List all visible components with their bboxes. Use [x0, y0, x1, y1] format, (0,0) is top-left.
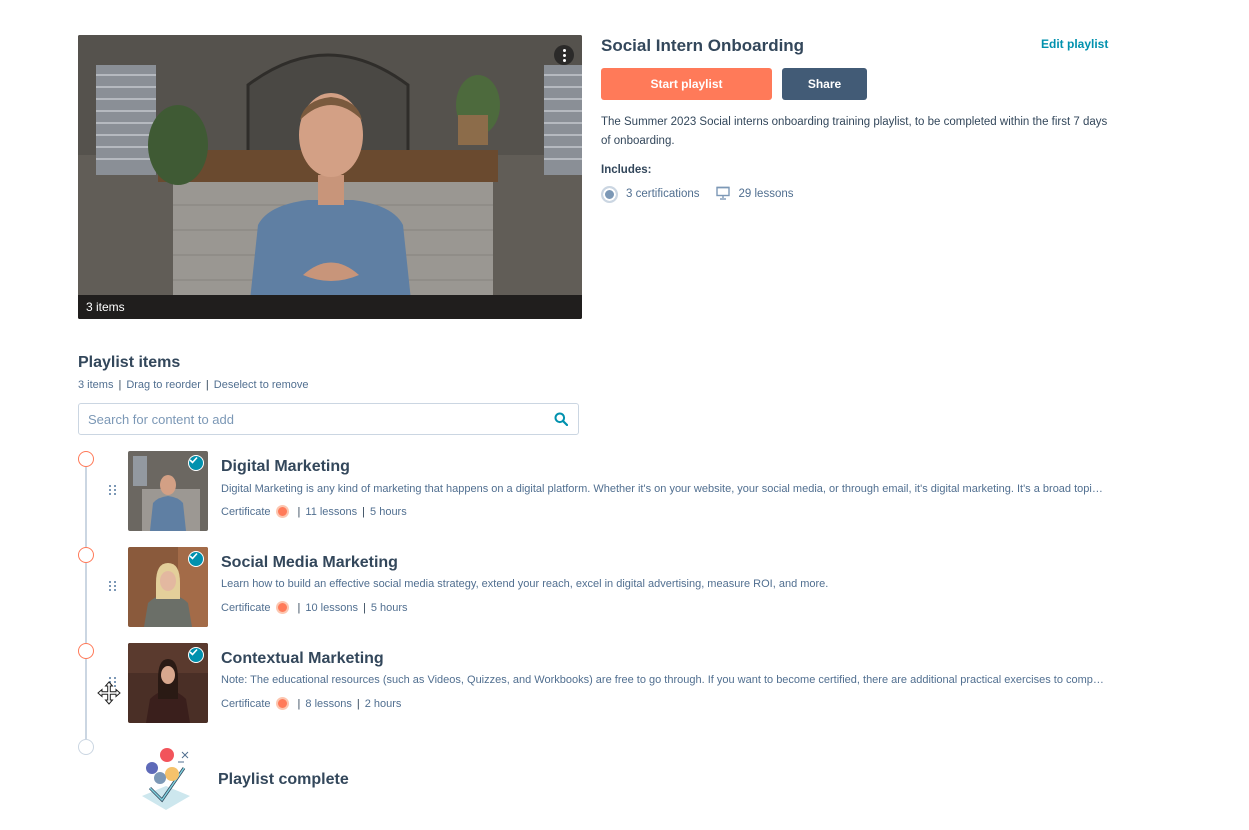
lessons-count: 8 lessons [305, 697, 352, 710]
timeline-line [85, 465, 87, 739]
selected-check-icon[interactable] [188, 647, 204, 663]
deselect-hint: Deselect to remove [213, 379, 309, 391]
duration: 5 hours [370, 505, 407, 518]
cover-image [78, 35, 582, 319]
item-thumbnail[interactable] [128, 451, 208, 531]
drag-handle-icon[interactable] [109, 581, 117, 591]
lessons-count: 11 lessons [305, 505, 358, 518]
content-search[interactable] [78, 403, 579, 435]
playlist-complete-icon [142, 748, 190, 810]
items-count: 3 items [78, 379, 114, 391]
certificate-label: Certificate [221, 601, 271, 614]
item-thumbnail[interactable] [128, 547, 208, 627]
duration: 2 hours [364, 697, 402, 710]
start-playlist-button[interactable]: Start playlist [601, 68, 772, 100]
item-title[interactable]: Contextual Marketing [221, 650, 384, 668]
certificate-label: Certificate [221, 505, 271, 518]
item-meta: Certificate | 11 lessons | 5 hours [221, 505, 407, 518]
timeline-node [78, 547, 94, 563]
item-title[interactable]: Digital Marketing [221, 458, 350, 476]
playlist-description: The Summer 2023 Social interns onboardin… [601, 116, 1108, 147]
certification-icon [601, 185, 618, 203]
selected-check-icon[interactable] [188, 551, 204, 567]
drag-hint: Drag to reorder [126, 379, 201, 391]
item-meta: Certificate | 10 lessons | 5 hours [221, 601, 408, 614]
search-icon[interactable] [554, 412, 568, 426]
playlist-cover-video[interactable]: 3 items [78, 35, 582, 319]
lessons-count: 29 lessons [738, 188, 794, 200]
timeline-node [78, 643, 94, 659]
certifications-count: 3 certifications [626, 188, 700, 200]
item-meta: Certificate | 8 lessons | 2 hours [221, 697, 402, 710]
move-cursor-icon [97, 681, 121, 705]
certificate-icon [275, 697, 289, 710]
kebab-menu-icon[interactable] [554, 45, 574, 65]
item-description: Digital Marketing is any kind of marketi… [221, 483, 1106, 495]
cover-items-count: 3 items [78, 295, 582, 319]
drag-handle-icon[interactable] [109, 485, 117, 495]
item-title[interactable]: Social Media Marketing [221, 554, 398, 572]
playlist-items-heading: Playlist items [78, 354, 181, 371]
lessons-count: 10 lessons [305, 601, 358, 614]
timeline-node [78, 451, 94, 467]
playlist-items-subtitle: 3 items | Drag to reorder | Deselect to remo… [78, 379, 309, 391]
playlist-complete-label: Playlist complete [218, 771, 349, 788]
search-input[interactable] [79, 404, 578, 434]
share-button[interactable]: Share [782, 68, 867, 100]
selected-check-icon[interactable] [188, 455, 204, 471]
timeline-end-node [78, 739, 94, 755]
presentation-icon [715, 186, 730, 203]
item-description: Note: The educational resources (such as… [221, 674, 1106, 686]
certificate-label: Certificate [221, 697, 271, 710]
certificate-icon [275, 601, 289, 614]
playlist-title: Social Intern Onboarding [601, 36, 805, 55]
duration: 5 hours [370, 601, 408, 614]
edit-playlist-link[interactable]: Edit playlist [1041, 37, 1108, 51]
item-thumbnail[interactable] [128, 643, 208, 723]
item-description: Learn how to build an effective social m… [221, 578, 829, 590]
includes-summary: 3 certifications 29 lessons [601, 185, 794, 203]
includes-label: Includes: [601, 164, 652, 176]
certificate-icon [275, 505, 289, 518]
